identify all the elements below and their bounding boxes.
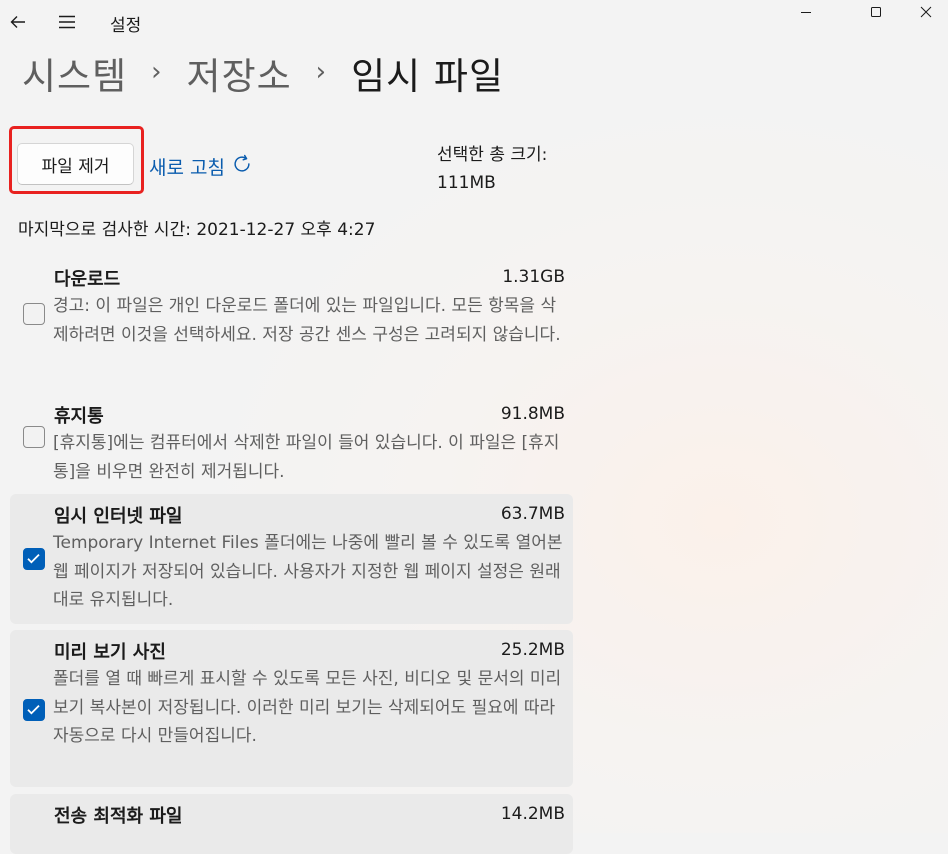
- refresh-link[interactable]: 새로 고침: [149, 153, 253, 180]
- item-title: 다운로드: [54, 269, 121, 290]
- back-arrow-icon[interactable]: [6, 10, 30, 34]
- last-scan-time: 마지막으로 검사한 시간: 2021-12-27 오후 4:27: [18, 220, 376, 240]
- item-title: 전송 최적화 파일: [54, 806, 183, 827]
- thumbnails-checkbox[interactable]: [23, 699, 45, 721]
- hamburger-menu-icon[interactable]: [55, 10, 79, 34]
- list-item-delivery-optimization: 전송 최적화 파일 14.2MB: [10, 794, 573, 854]
- item-size: 25.2MB: [500, 640, 565, 660]
- breadcrumb-storage[interactable]: 저장소: [187, 46, 292, 100]
- item-description: Temporary Internet Files 폴더에는 나중에 빨리 볼 수…: [53, 533, 563, 610]
- item-title: 미리 보기 사진: [54, 642, 166, 663]
- breadcrumb-system[interactable]: 시스템: [22, 46, 127, 100]
- title-bar: 설정: [0, 0, 948, 44]
- maximize-icon[interactable]: [856, 2, 896, 22]
- total-size-value: 111MB: [437, 173, 496, 193]
- recycle-bin-checkbox[interactable]: [23, 426, 45, 448]
- item-size: 63.7MB: [500, 504, 565, 524]
- list-item-downloads: 다운로드 1.31GB 경고: 이 파일은 개인 다운로드 폴더에 있는 파일입…: [10, 257, 573, 375]
- item-size: 1.31GB: [502, 267, 565, 287]
- item-description: 경고: 이 파일은 개인 다운로드 폴더에 있는 파일입니다. 모든 항목을 삭…: [53, 296, 561, 345]
- breadcrumb-separator: ›: [151, 57, 163, 87]
- list-item-thumbnails: 미리 보기 사진 25.2MB 폴더를 열 때 빠르게 표시할 수 있도록 모든…: [10, 630, 573, 787]
- breadcrumb-separator: ›: [315, 57, 328, 87]
- item-description: [휴지통]에는 컴퓨터에서 삭제한 파일이 들어 있습니다. 이 파일은 [휴지…: [53, 433, 560, 482]
- app-title: 설정: [110, 16, 142, 36]
- item-description: 폴더를 열 때 빠르게 표시할 수 있도록 모든 사진, 비디오 및 문서의 미…: [53, 669, 562, 746]
- total-size-label: 선택한 총 크기:: [437, 145, 548, 165]
- close-icon[interactable]: [906, 2, 946, 22]
- item-title: 임시 인터넷 파일: [54, 506, 183, 527]
- item-title: 휴지통: [54, 406, 104, 427]
- remove-files-button[interactable]: 파일 제거: [17, 143, 134, 185]
- list-item-recycle-bin: 휴지통 91.8MB [휴지통]에는 컴퓨터에서 삭제한 파일이 들어 있습니다…: [10, 394, 573, 486]
- total-selected-size: 선택한 총 크기: 111MB: [437, 141, 547, 197]
- item-size: 91.8MB: [500, 404, 565, 424]
- page-title: 임시 파일: [351, 55, 504, 98]
- breadcrumb: 시스템 › 저장소 › 임시 파일: [22, 46, 504, 100]
- downloads-checkbox[interactable]: [23, 303, 45, 325]
- refresh-label: 새로 고침: [149, 157, 225, 179]
- list-item-temp-internet-files: 임시 인터넷 파일 63.7MB Temporary Internet File…: [10, 494, 573, 624]
- minimize-icon[interactable]: [786, 2, 826, 22]
- refresh-icon: [231, 153, 253, 180]
- item-size: 14.2MB: [500, 804, 565, 824]
- temp-internet-files-checkbox[interactable]: [23, 548, 45, 570]
